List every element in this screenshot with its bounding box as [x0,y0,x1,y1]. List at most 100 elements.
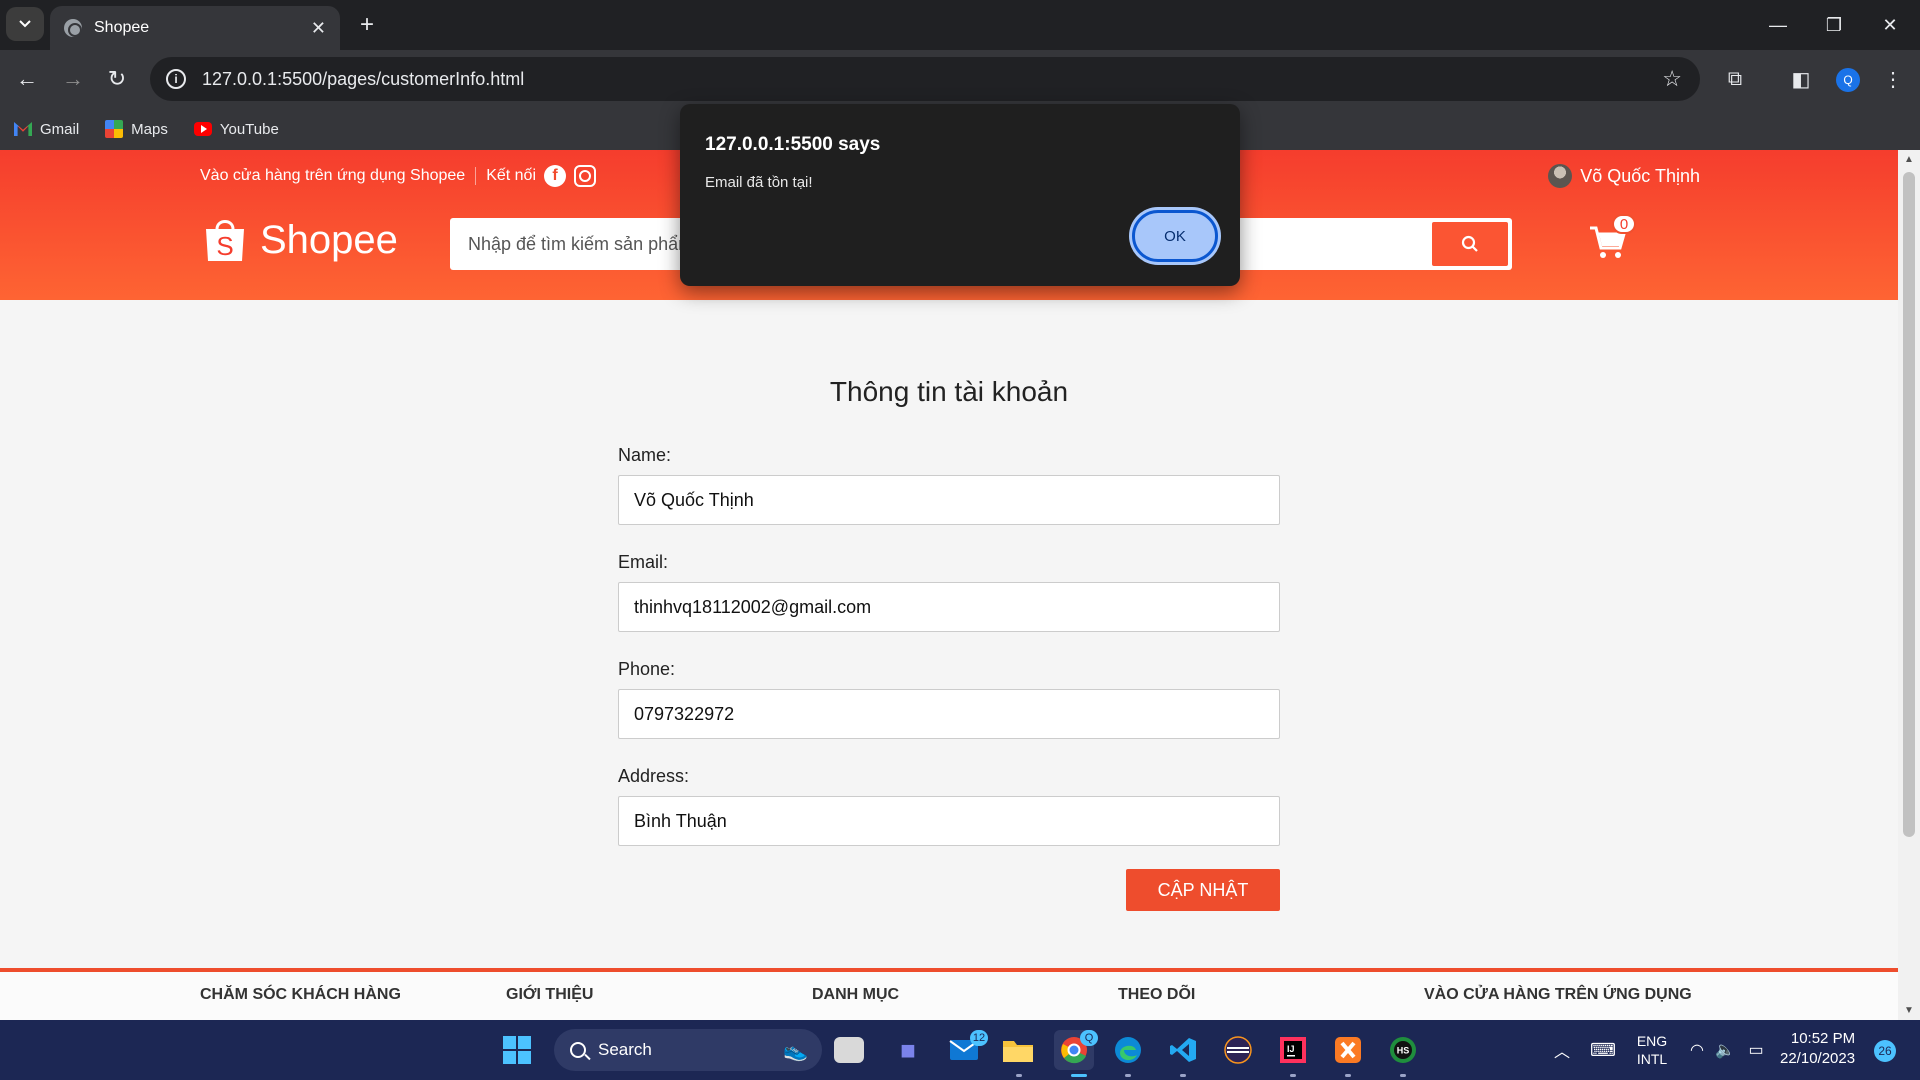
bookmark-label: Maps [131,120,168,138]
language-primary: ENG [1636,1033,1668,1049]
update-button[interactable]: CẬP NHẬT [1126,869,1280,911]
close-tab-icon[interactable]: ✕ [311,18,326,39]
mail-icon[interactable]: 12 [944,1030,988,1070]
forward-button[interactable]: → [56,62,90,96]
minimize-button[interactable]: — [1750,0,1806,50]
phone-field[interactable] [618,689,1280,739]
bookmark-star-icon[interactable]: ☆ [1662,66,1682,92]
address-field[interactable] [618,796,1280,846]
browser-tab[interactable]: Shopee ✕ [50,6,340,50]
gmail-icon [14,122,32,136]
new-tab-button[interactable]: + [352,10,382,40]
bookmark-label: Gmail [40,120,80,138]
search-icon [1461,235,1478,252]
extensions-icon[interactable]: ⧉ [1718,62,1752,96]
svg-text:IJ: IJ [1287,1044,1295,1054]
chrome-profile-badge: Q [1080,1030,1098,1046]
clock-time: 10:52 PM [1790,1030,1856,1047]
running-indicator [1180,1074,1186,1077]
globe-icon [64,19,82,37]
battery-icon[interactable]: ▭ [1744,1020,1768,1080]
keyboard-icon[interactable]: ⌨ [1590,1020,1616,1080]
scroll-up-icon[interactable]: ▲ [1904,154,1914,165]
browser-tab-bar: Shopee ✕ + — ❐ ✕ [0,0,1920,50]
email-label: Email: [618,552,669,572]
connect-label: Kết nối [486,167,536,184]
wifi-icon[interactable]: ◠ [1686,1020,1708,1080]
shopping-bag-icon: S [206,220,244,261]
back-button[interactable]: ← [10,62,44,96]
account-form: Name: Email: Phone: Address: [618,445,1280,873]
email-field[interactable] [618,582,1280,632]
page-scrollbar[interactable]: ▲ ▼ [1898,150,1920,1020]
xampp-icon[interactable] [1328,1030,1368,1070]
dialog-title: 127.0.0.1:5500 says [705,134,881,155]
running-indicator [1290,1074,1296,1077]
edge-browser-icon [1115,1037,1141,1063]
youtube-icon [193,122,212,136]
tray-overflow-icon[interactable]: ︿ [1552,1020,1572,1080]
running-indicator [1400,1074,1406,1077]
hs-app-icon[interactable]: HS [1383,1030,1423,1070]
tab-search-button[interactable] [6,7,44,41]
bookmark-gmail[interactable]: Gmail [14,121,79,138]
footer-heading-follow: THEO DÕI [1118,986,1196,1003]
code-editor-icon [1170,1038,1196,1062]
footer-heading-categories: DANH MỤC [812,986,900,1003]
dialog-ok-button[interactable]: OK [1132,210,1218,262]
facebook-icon[interactable]: f [544,165,566,187]
hs-icon: HS [1390,1037,1416,1063]
start-button[interactable] [497,1030,537,1070]
dialog-message: Email đã tồn tại! [705,174,813,191]
language-indicator[interactable]: ENG INTL [1632,1020,1672,1080]
chevron-down-icon [19,20,31,28]
svg-text:S: S [216,231,233,261]
running-indicator [1345,1074,1351,1077]
xampp-server-icon [1335,1037,1361,1063]
bookmark-label: YouTube [219,120,279,138]
site-info-icon[interactable]: i [166,69,186,89]
taskbar: Search 👟 ■ 12 Q IJ HS ︿ ⌨ ENG INTL ◠ � [0,1020,1920,1080]
restore-button[interactable]: ❐ [1806,0,1862,50]
clock[interactable]: 10:52 PM 22/10/2023 [1780,1029,1855,1069]
footer-heading-app: VÀO CỬA HÀNG TRÊN ỨNG DỤNG [1424,986,1692,1003]
edge-icon[interactable] [1108,1030,1148,1070]
name-field[interactable] [618,475,1280,525]
search-button[interactable] [1432,222,1508,266]
side-panel-icon[interactable]: ◧ [1784,62,1818,96]
eclipse-icon[interactable] [1218,1030,1258,1070]
shopee-logo[interactable]: S Shopee [200,215,398,265]
app-download-link[interactable]: Vào cửa hàng trên ứng dụng Shopee [200,167,465,185]
close-window-button[interactable]: ✕ [1862,0,1918,50]
scrollbar-thumb[interactable] [1903,172,1915,837]
notification-badge[interactable]: 26 [1874,1040,1896,1062]
intellij-ide-icon: IJ [1280,1037,1306,1063]
user-menu[interactable]: Võ Quốc Thịnh [1548,164,1700,188]
running-indicator [1125,1074,1131,1077]
file-explorer-icon[interactable] [998,1030,1038,1070]
name-label: Name: [618,445,672,465]
address-bar[interactable]: i 127.0.0.1:5500/pages/customerInfo.html… [150,57,1700,101]
volume-icon[interactable]: 🔈 [1714,1020,1736,1080]
maps-icon [105,120,124,138]
instagram-icon[interactable] [574,165,596,187]
folder-icon [1003,1041,1033,1062]
bookmark-maps[interactable]: Maps [105,120,168,138]
footer: CHĂM SÓC KHÁCH HÀNG GIỚI THIỆU DANH MỤC … [0,972,1898,1020]
task-view-icon[interactable] [834,1037,864,1063]
bookmark-youtube[interactable]: YouTube [193,120,279,138]
chrome-taskbar-icon[interactable]: Q [1054,1030,1098,1070]
scroll-down-icon[interactable]: ▼ [1904,1005,1914,1016]
teams-icon[interactable]: ■ [888,1030,928,1070]
vscode-icon[interactable] [1163,1030,1203,1070]
menu-kebab-icon[interactable]: ⋮ [1876,62,1910,96]
navbar-divider [475,167,477,185]
browser-toolbar: ← → ↻ i 127.0.0.1:5500/pages/customerInf… [0,50,1920,108]
user-name: Võ Quốc Thịnh [1580,165,1700,186]
avatar [1548,164,1573,188]
intellij-icon[interactable]: IJ [1273,1030,1313,1070]
profile-avatar[interactable]: Q [1836,68,1860,92]
taskbar-search[interactable]: Search 👟 [554,1029,822,1071]
reload-button[interactable]: ↻ [100,62,134,96]
active-app-indicator [1071,1074,1087,1077]
